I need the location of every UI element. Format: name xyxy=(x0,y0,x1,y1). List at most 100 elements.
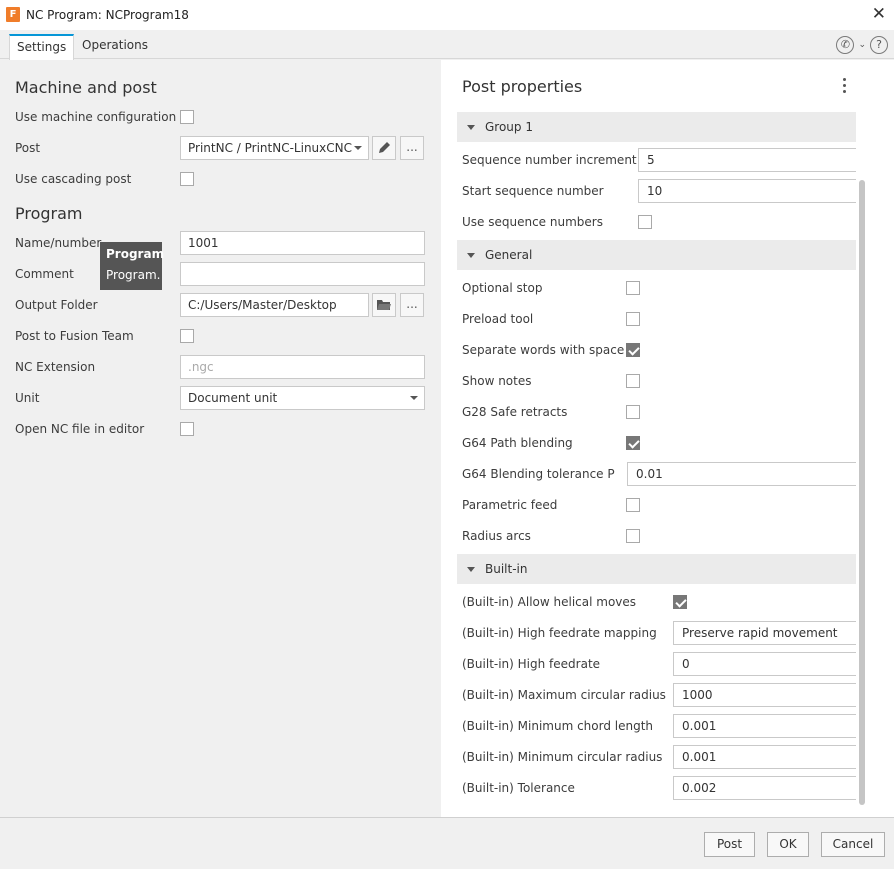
use-cascading-label: Use cascading post xyxy=(15,172,132,186)
nc-extension-label: NC Extension xyxy=(15,360,96,374)
group-header-group1[interactable]: Group 1 xyxy=(457,112,856,142)
collapse-triangle-icon xyxy=(467,253,475,258)
prop-input[interactable]: 10 xyxy=(638,179,856,203)
prop-input[interactable]: 0.001 xyxy=(673,745,856,769)
open-nc-checkbox[interactable] xyxy=(180,422,194,436)
post-properties-pane: Post properties Group 1 Sequence number … xyxy=(441,60,894,817)
group-label: Built-in xyxy=(485,562,528,576)
prop-label: Sequence number increment xyxy=(462,153,637,167)
prop-checkbox[interactable] xyxy=(626,498,640,512)
cancel-button[interactable]: Cancel xyxy=(821,832,885,857)
prop-label: Optional stop xyxy=(462,281,543,295)
prop-checkbox[interactable] xyxy=(626,405,640,419)
post-select[interactable]: PrintNC / PrintNC-LinuxCNC xyxy=(180,136,369,160)
use-machine-config-label: Use machine configuration xyxy=(15,110,177,124)
prop-label: Radius arcs xyxy=(462,529,531,543)
prop-checkbox[interactable] xyxy=(626,312,640,326)
post-to-team-label: Post to Fusion Team xyxy=(15,329,134,343)
prop-label: G64 Path blending xyxy=(462,436,573,450)
browse-post-button[interactable]: ... xyxy=(400,136,424,160)
tooltip: Program Program. xyxy=(100,242,165,290)
prop-label: Show notes xyxy=(462,374,532,388)
prop-label: Separate words with space xyxy=(462,343,625,357)
scrollbar-thumb[interactable] xyxy=(859,180,865,805)
prop-input[interactable]: 0 xyxy=(673,652,856,676)
tooltip-title: Program xyxy=(106,247,165,261)
prop-checkbox[interactable] xyxy=(673,595,687,609)
use-cascading-checkbox[interactable] xyxy=(180,172,194,186)
prop-label: Preload tool xyxy=(462,312,534,326)
dialog-footer: Post OK Cancel xyxy=(0,817,894,869)
prop-checkbox[interactable] xyxy=(626,374,640,388)
comment-input[interactable] xyxy=(180,262,425,286)
collapse-triangle-icon xyxy=(467,125,475,130)
phone-icon[interactable]: ✆ xyxy=(836,36,855,54)
prop-checkbox[interactable] xyxy=(626,281,640,295)
open-folder-button[interactable] xyxy=(372,293,396,317)
name-number-input[interactable]: 1001 xyxy=(180,231,425,255)
name-number-label: Name/number xyxy=(15,236,102,250)
browse-folder-button[interactable]: ... xyxy=(400,293,424,317)
group-label: General xyxy=(485,248,533,262)
prop-select[interactable]: Preserve rapid movement xyxy=(673,621,856,645)
prop-label: G64 Blending tolerance P xyxy=(462,467,615,481)
output-folder-label: Output Folder xyxy=(15,298,98,312)
window-title: NC Program: NCProgram18 xyxy=(26,8,189,22)
help-icon[interactable]: ? xyxy=(870,36,888,54)
close-icon[interactable]: ✕ xyxy=(872,4,886,24)
fusion-logo-icon: F xyxy=(6,7,20,22)
chevron-down-icon[interactable]: ⌄ xyxy=(858,40,866,50)
prop-label: (Built-in) Minimum circular radius xyxy=(462,750,663,764)
group-header-general[interactable]: General xyxy=(457,240,856,270)
tab-bar: Settings Operations ✆ ⌄ ? xyxy=(0,30,894,60)
post-label: Post xyxy=(15,141,41,155)
prop-label: (Built-in) Maximum circular radius xyxy=(462,688,666,702)
prop-label: (Built-in) High feedrate mapping xyxy=(462,626,657,640)
post-button[interactable]: Post xyxy=(704,832,755,857)
comment-label: Comment xyxy=(15,267,74,281)
nc-extension-input[interactable]: .ngc xyxy=(180,355,425,379)
unit-label: Unit xyxy=(15,391,40,405)
prop-input[interactable]: 0.01 xyxy=(627,462,856,486)
program-heading: Program xyxy=(15,204,83,223)
use-machine-config-checkbox[interactable] xyxy=(180,110,194,124)
group-label: Group 1 xyxy=(485,120,533,134)
more-options-icon[interactable] xyxy=(843,78,847,96)
help-controls: ✆ ⌄ ? xyxy=(836,35,888,55)
post-to-team-checkbox[interactable] xyxy=(180,329,194,343)
prop-label: (Built-in) High feedrate xyxy=(462,657,601,671)
prop-label: Start sequence number xyxy=(462,184,604,198)
prop-input[interactable]: 5 xyxy=(638,148,856,172)
prop-label: G28 Safe retracts xyxy=(462,405,568,419)
chevron-down-icon xyxy=(354,146,362,150)
chevron-down-icon xyxy=(410,396,418,400)
prop-checkbox[interactable] xyxy=(638,215,652,229)
post-properties-title: Post properties xyxy=(462,77,583,96)
tab-operations[interactable]: Operations xyxy=(75,34,155,59)
prop-label: (Built-in) Minimum chord length xyxy=(462,719,654,733)
title-bar: F NC Program: NCProgram18 ✕ xyxy=(0,0,894,30)
prop-input[interactable]: 0.001 xyxy=(673,714,856,738)
folder-icon xyxy=(377,300,391,310)
edit-post-button[interactable] xyxy=(372,136,396,160)
prop-label: (Built-in) Allow helical moves xyxy=(462,595,637,609)
prop-checkbox[interactable] xyxy=(626,343,640,357)
collapse-triangle-icon xyxy=(467,567,475,572)
prop-input[interactable]: 0.002 xyxy=(673,776,856,800)
open-nc-label: Open NC file in editor xyxy=(15,422,145,436)
prop-checkbox[interactable] xyxy=(626,436,640,450)
tab-settings[interactable]: Settings xyxy=(9,34,75,60)
prop-checkbox[interactable] xyxy=(626,529,640,543)
group-header-builtin[interactable]: Built-in xyxy=(457,554,856,584)
unit-select[interactable]: Document unit xyxy=(180,386,425,410)
machine-post-heading: Machine and post xyxy=(15,78,157,97)
ok-button[interactable]: OK xyxy=(767,832,809,857)
prop-input[interactable]: 1000 xyxy=(673,683,856,707)
scrollbar[interactable] xyxy=(859,180,865,805)
prop-label: Parametric feed xyxy=(462,498,558,512)
post-select-value: PrintNC / PrintNC-LinuxCNC xyxy=(188,141,352,155)
output-folder-input[interactable]: C:/Users/Master/Desktop xyxy=(180,293,369,317)
settings-pane: Machine and post Use machine configurati… xyxy=(0,60,441,817)
unit-select-value: Document unit xyxy=(188,391,278,405)
prop-label: Use sequence numbers xyxy=(462,215,603,229)
